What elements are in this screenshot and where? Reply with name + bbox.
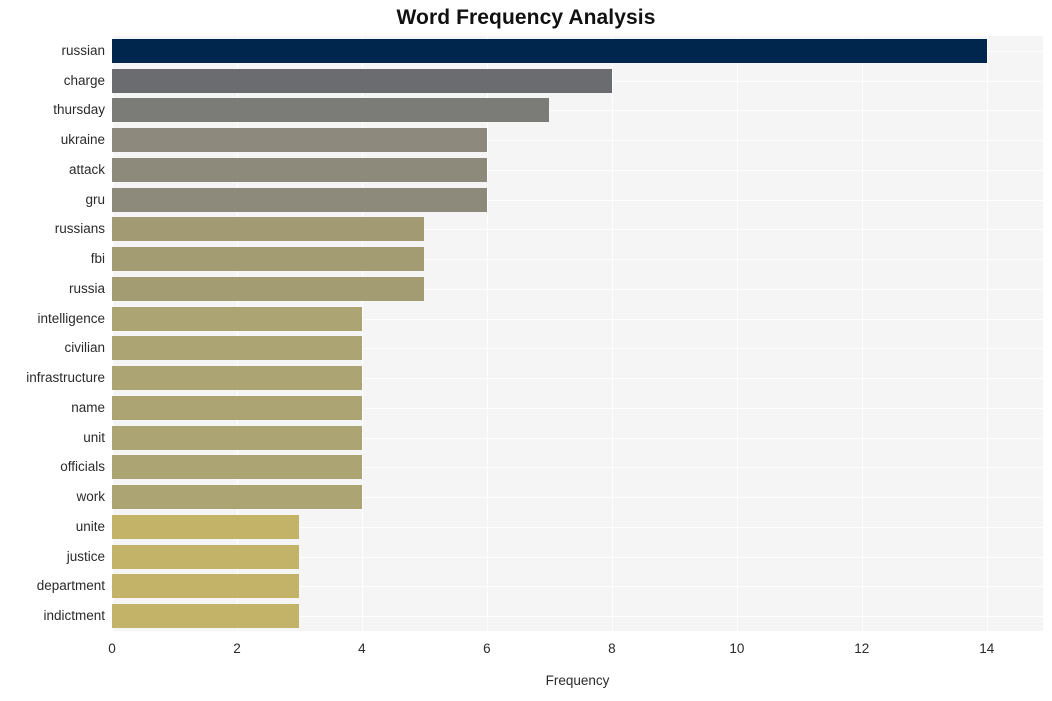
bar[interactable]: [112, 544, 300, 569]
y-tick-label: fbi: [90, 251, 105, 267]
x-tick-label: 8: [608, 641, 616, 656]
x-tick-label: 14: [979, 641, 995, 656]
y-tick-label: unite: [75, 518, 105, 534]
x-tick-label: 6: [483, 641, 491, 656]
y-tick-label: russia: [68, 280, 105, 296]
y-tick-label: ukraine: [60, 132, 105, 148]
bar[interactable]: [112, 306, 362, 331]
y-tick-label: work: [76, 489, 105, 505]
gridline-vertical: [736, 36, 738, 631]
gridline-vertical: [486, 36, 488, 631]
x-tick-label: 10: [729, 641, 745, 656]
bar[interactable]: [112, 276, 425, 301]
y-tick-label: name: [71, 399, 105, 415]
y-tick-label: department: [36, 578, 105, 594]
y-tick-label: charge: [63, 72, 105, 88]
y-axis: russian charge thursday ukraine attack gru rus…: [0, 36, 105, 631]
bar[interactable]: [112, 128, 487, 153]
x-tick-label: 2: [233, 641, 241, 656]
bar[interactable]: [112, 187, 487, 212]
y-tick-label: unit: [83, 429, 105, 445]
y-tick-label: justice: [66, 548, 105, 564]
gridline-vertical: [236, 36, 238, 631]
y-tick-label: intelligence: [37, 310, 105, 326]
gridline-vertical: [611, 36, 613, 631]
y-tick-label: infrastructure: [26, 370, 105, 386]
y-tick-label: indictment: [43, 608, 105, 624]
y-tick-label: civilian: [64, 340, 105, 356]
bar[interactable]: [112, 604, 300, 629]
bar[interactable]: [112, 98, 550, 123]
word-frequency-chart: Word Frequency Analysis russian charge thu…: [0, 0, 1052, 701]
x-tick-label: 4: [358, 641, 366, 656]
y-tick-label: attack: [68, 161, 105, 177]
x-axis-label: Frequency: [545, 673, 610, 688]
bar[interactable]: [112, 217, 425, 242]
bar[interactable]: [112, 157, 487, 182]
bar[interactable]: [112, 247, 425, 272]
bar[interactable]: [112, 514, 300, 539]
bar[interactable]: [112, 68, 612, 93]
bar[interactable]: [112, 574, 300, 599]
plot-area: [112, 36, 1043, 631]
gridline-vertical: [361, 36, 363, 631]
x-tick-label: 12: [854, 641, 870, 656]
bar[interactable]: [112, 336, 362, 361]
y-tick-label: thursday: [53, 102, 105, 118]
x-tick-label: 0: [108, 641, 116, 656]
bar[interactable]: [112, 395, 362, 420]
y-tick-label: officials: [60, 459, 105, 475]
gridline-vertical: [986, 36, 988, 631]
bar[interactable]: [112, 38, 987, 63]
bar[interactable]: [112, 455, 362, 480]
bar[interactable]: [112, 366, 362, 391]
y-tick-label: russians: [54, 221, 105, 237]
chart-title: Word Frequency Analysis: [396, 6, 656, 29]
y-tick-label: russian: [61, 42, 105, 58]
bar[interactable]: [112, 425, 362, 450]
gridline-vertical: [861, 36, 863, 631]
y-tick-label: gru: [85, 191, 105, 207]
x-axis: 0 2 4 6 8 10 12 14: [108, 631, 1043, 663]
gridline-vertical: [112, 36, 113, 631]
bar[interactable]: [112, 485, 362, 510]
